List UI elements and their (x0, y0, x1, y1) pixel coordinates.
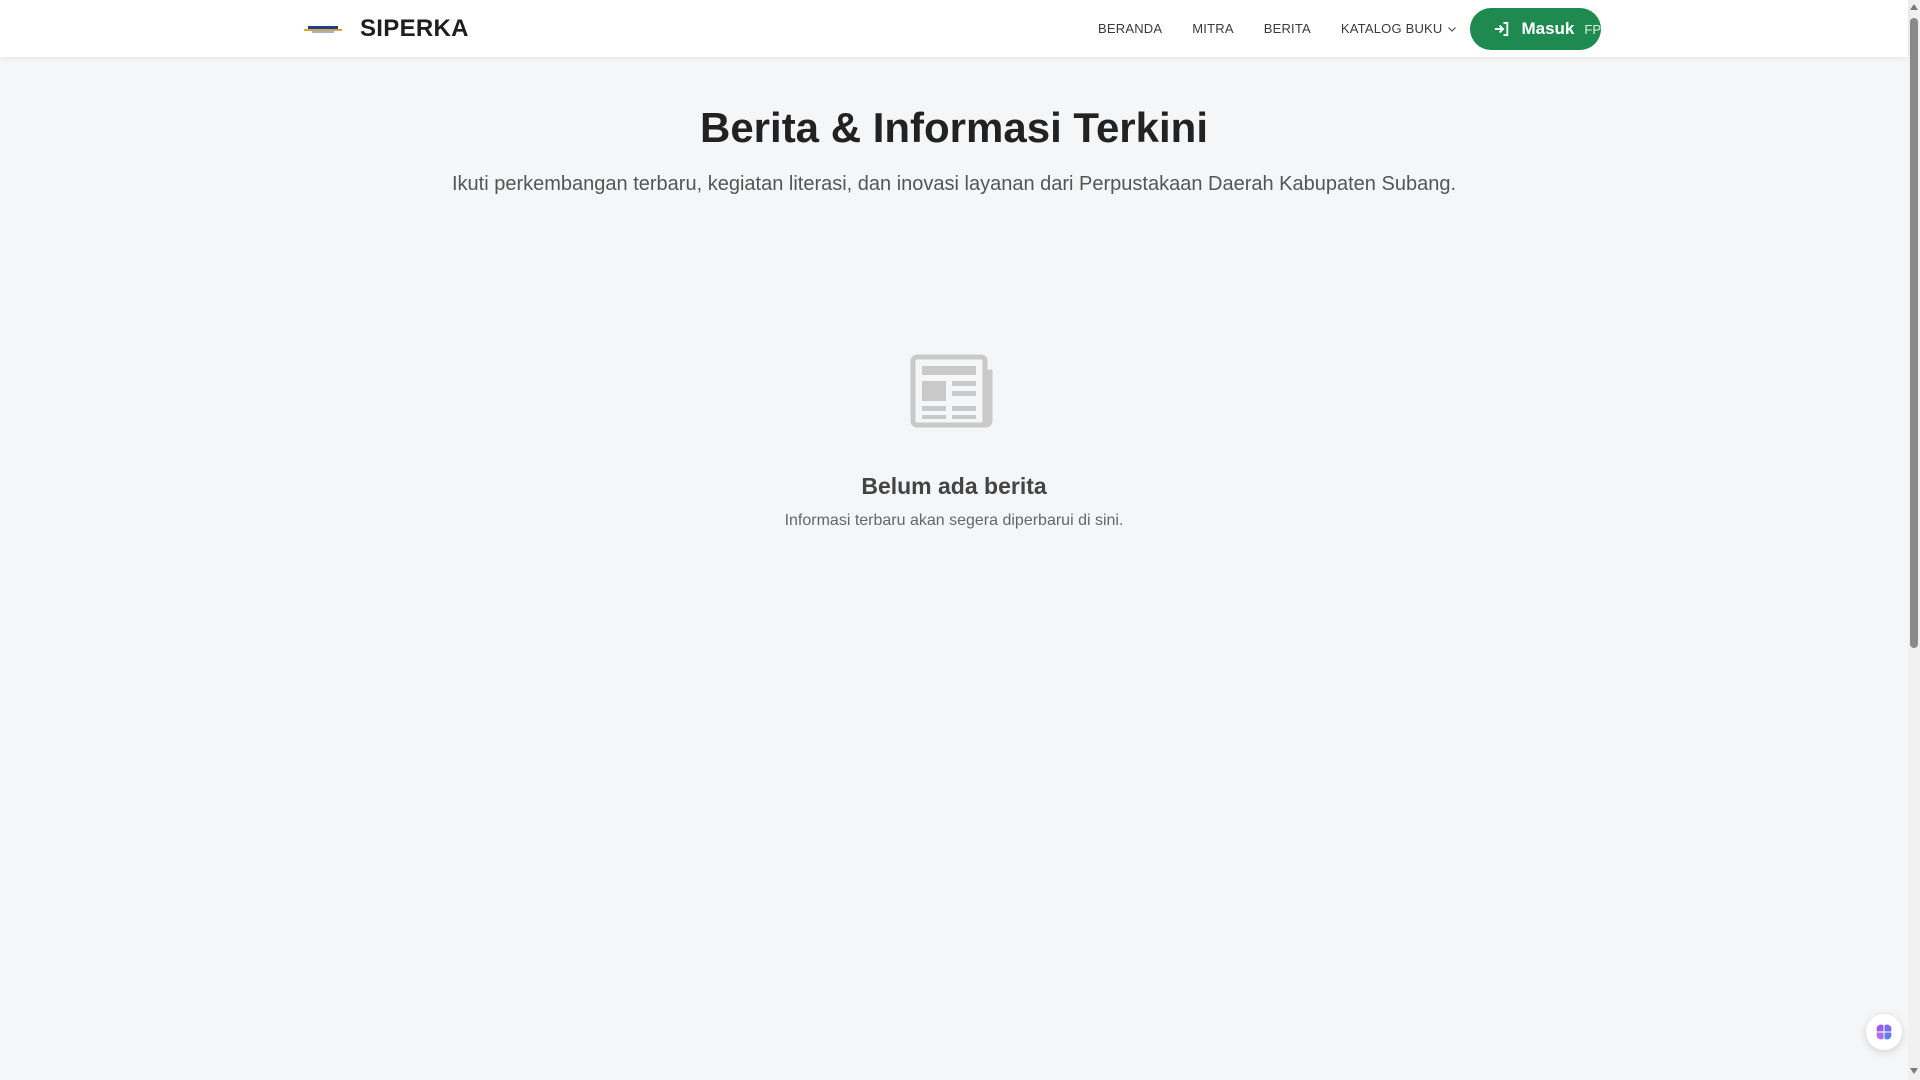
nav-item-beranda[interactable]: BERANDA (1098, 21, 1162, 36)
empty-state-title: Belum ada berita (861, 473, 1047, 499)
navbar: SIPERKA BERANDA MITRA BERITA KATALOG BUK… (0, 0, 1908, 57)
nav-item-katalog-buku[interactable]: KATALOG BUKU (1341, 21, 1457, 36)
login-icon (1494, 22, 1509, 36)
empty-state-text: Informasi terbaru akan segera diperbarui… (784, 512, 1124, 529)
login-extra-text: FP (1584, 21, 1601, 37)
page-subtitle: Ikuti perkembangan terbaru, kegiatan lit… (452, 173, 1456, 195)
page: SIPERKA BERANDA MITRA BERITA KATALOG BUK… (0, 0, 1920, 1080)
brain-icon (1876, 1024, 1892, 1040)
scroll-down-arrow-icon[interactable] (1910, 1068, 1918, 1074)
brand-link[interactable]: SIPERKA (304, 0, 469, 57)
page-title: Berita & Informasi Terkini (699, 104, 1209, 151)
scroll-thumb[interactable] (1910, 18, 1918, 648)
newspaper-icon (910, 354, 993, 428)
library-logo-icon (304, 24, 342, 34)
login-label: Masuk (1521, 19, 1575, 38)
vertical-scrollbar[interactable] (1908, 0, 1920, 1080)
nav-item-mitra[interactable]: MITRA (1192, 21, 1233, 36)
scroll-up-arrow-icon[interactable] (1910, 4, 1918, 10)
chevron-down-icon (1447, 26, 1456, 32)
login-button[interactable]: Masuk FP (1470, 8, 1601, 50)
nav-item-katalog-buku-label: KATALOG BUKU (1340, 21, 1443, 36)
assistant-widget-button[interactable] (1866, 1014, 1902, 1050)
main-nav: BERANDA MITRA BERITA KATALOG BUKU (1098, 0, 1487, 57)
brand-name: SIPERKA (360, 14, 469, 42)
nav-item-berita[interactable]: BERITA (1264, 21, 1311, 36)
